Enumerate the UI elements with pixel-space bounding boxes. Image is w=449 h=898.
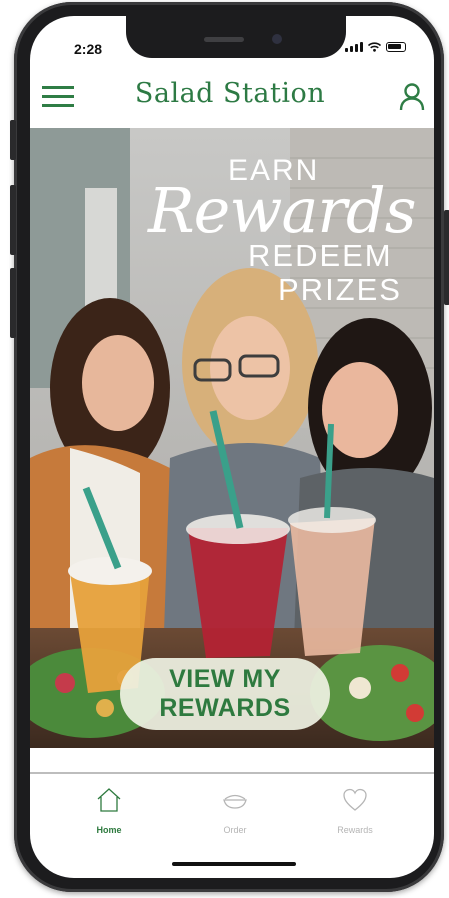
headline-redeem: REDEEM (248, 238, 393, 273)
volume-up-button (10, 185, 16, 255)
status-time: 2:28 (74, 41, 103, 57)
cta-line-2: REWARDS (159, 694, 291, 722)
headline-rewards: Rewards (148, 174, 417, 247)
brand-logo: Salad Station (134, 78, 326, 109)
tabbar-divider (30, 772, 434, 774)
home-icon (97, 788, 121, 812)
tab-rewards[interactable]: Rewards (310, 786, 400, 835)
signal-icon (345, 42, 363, 52)
app-screen: 2:28 Salad Station EARN Rewards REDEEM P… (30, 16, 434, 878)
speaker (204, 37, 244, 42)
status-icons (345, 42, 406, 52)
heart-icon (343, 788, 367, 811)
tab-order[interactable]: Order (190, 786, 280, 835)
battery-icon (386, 42, 406, 52)
camera (272, 34, 282, 44)
power-button (444, 210, 449, 305)
hero-banner: EARN Rewards REDEEM PRIZES VIEW MY REWAR… (30, 128, 434, 748)
tab-home[interactable]: Home (64, 786, 154, 835)
tab-bar: Home Order Rewards (30, 776, 434, 846)
tab-order-label: Order (223, 825, 247, 835)
wifi-icon (368, 42, 381, 52)
app-header: Salad Station (30, 74, 434, 122)
headline-prizes: PRIZES (278, 272, 402, 307)
rewards-headline: EARN Rewards REDEEM PRIZES (148, 146, 418, 346)
home-indicator (172, 862, 296, 866)
tab-home-label: Home (96, 825, 122, 835)
view-rewards-button[interactable]: VIEW MY REWARDS (120, 658, 330, 730)
profile-icon[interactable] (398, 82, 426, 112)
notch (126, 16, 346, 58)
volume-down-button (10, 268, 16, 338)
salad-bowl-icon (223, 794, 247, 809)
menu-icon[interactable] (42, 84, 74, 110)
cta-line-1: VIEW MY (169, 665, 281, 693)
mute-switch (10, 120, 16, 160)
tab-rewards-label: Rewards (337, 825, 373, 835)
